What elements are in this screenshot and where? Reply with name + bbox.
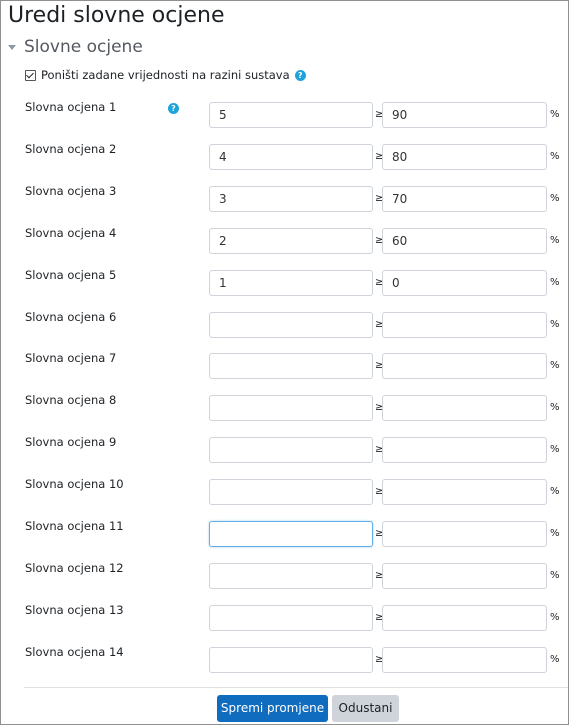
grade-letter-row: Slovna ocjena 4 2 ≥60% xyxy=(1,225,569,256)
section-header[interactable]: Slovne ocjene xyxy=(8,36,143,58)
grade-letter-row: Slovna ocjena 12 ≥% xyxy=(1,560,569,591)
boundary-input[interactable] xyxy=(382,395,547,422)
save-button[interactable]: Spremi promjene xyxy=(217,695,328,722)
grade-letter-row: Slovna ocjena 3 3 ≥70% xyxy=(1,183,569,214)
grade-letter-label: Slovna ocjena 14 xyxy=(25,644,124,659)
grade-letter-label: Slovna ocjena 3 xyxy=(25,183,117,198)
letter-input[interactable] xyxy=(209,311,373,338)
letter-input[interactable] xyxy=(209,604,373,631)
help-icon[interactable]: ? xyxy=(294,69,306,81)
percent-symbol: % xyxy=(550,234,560,246)
override-checkbox[interactable] xyxy=(25,69,36,81)
letter-input[interactable]: 3 xyxy=(209,185,373,212)
percent-symbol: % xyxy=(550,276,560,288)
letter-input[interactable]: 2 xyxy=(209,227,373,254)
section-title: Slovne ocjene xyxy=(24,37,143,57)
percent-symbol: % xyxy=(550,611,560,623)
help-icon[interactable]: ? xyxy=(168,103,179,114)
percent-symbol: % xyxy=(550,192,560,204)
percent-symbol: % xyxy=(550,150,560,162)
grade-letter-row: Slovna ocjena 14 ≥% xyxy=(1,644,569,675)
grade-letter-row: Slovna ocjena 8 ≥% xyxy=(1,393,569,423)
grade-letter-row: Slovna ocjena 5 1 ≥0% xyxy=(1,267,569,298)
letter-input[interactable]: 4 xyxy=(209,143,373,170)
boundary-input[interactable] xyxy=(382,353,547,380)
boundary-input[interactable]: 70 xyxy=(382,185,547,212)
grade-letter-label: Slovna ocjena 2 xyxy=(25,141,117,156)
boundary-input[interactable] xyxy=(382,479,547,506)
boundary-input[interactable]: 90 xyxy=(382,102,547,128)
grade-letter-label: Slovna ocjena 11 xyxy=(25,519,124,533)
grade-letter-row: Slovna ocjena 9 ≥% xyxy=(1,435,569,465)
page-title: Uredi slovne ocjene xyxy=(8,3,225,28)
grade-letter-row: Slovna ocjena 7 ≥% xyxy=(1,351,569,381)
cancel-button[interactable]: Odustani xyxy=(332,695,399,722)
boundary-input[interactable] xyxy=(382,604,547,631)
boundary-input[interactable] xyxy=(382,311,547,338)
grade-letter-row: Slovna ocjena 13 ≥% xyxy=(1,602,569,633)
percent-symbol: % xyxy=(550,528,560,539)
grade-letter-label: Slovna ocjena 4 xyxy=(25,225,117,240)
letter-input[interactable]: 1 xyxy=(209,269,373,296)
grade-letter-row: Slovna ocjena 1? 5 ≥90% xyxy=(1,100,569,130)
percent-symbol: % xyxy=(550,360,560,372)
boundary-input[interactable] xyxy=(382,562,547,589)
caret-down-icon[interactable] xyxy=(8,45,16,50)
boundary-input[interactable] xyxy=(382,437,547,464)
grade-letter-label: Slovna ocjena 7 xyxy=(25,351,117,366)
letter-input[interactable] xyxy=(209,437,373,464)
grade-letter-row: Slovna ocjena 10 ≥% xyxy=(1,477,569,507)
letter-input[interactable] xyxy=(209,521,373,547)
grade-letter-row: Slovna ocjena 2 4 ≥80% xyxy=(1,141,569,172)
boundary-input[interactable] xyxy=(382,521,547,547)
boundary-input[interactable]: 0 xyxy=(382,269,547,296)
boundary-input[interactable] xyxy=(382,646,547,673)
grade-letter-label: Slovna ocjena 6 xyxy=(25,309,117,324)
grade-letter-label: Slovna ocjena 8 xyxy=(25,393,117,408)
grade-letter-label: Slovna ocjena 1 xyxy=(25,100,117,114)
override-defaults[interactable]: Poništi zadane vrijednosti na razini sus… xyxy=(25,68,306,82)
override-label: Poništi zadane vrijednosti na razini sus… xyxy=(41,68,290,82)
percent-symbol: % xyxy=(550,653,560,665)
grade-letter-row: Slovna ocjena 6 ≥% xyxy=(1,309,569,340)
grade-letter-label: Slovna ocjena 9 xyxy=(25,435,117,450)
percent-symbol: % xyxy=(550,109,560,120)
letter-input[interactable] xyxy=(209,353,373,380)
letter-input[interactable] xyxy=(209,562,373,589)
letter-input[interactable] xyxy=(209,395,373,422)
grade-letter-label: Slovna ocjena 10 xyxy=(25,477,124,492)
letter-input[interactable] xyxy=(209,646,373,673)
percent-symbol: % xyxy=(550,444,560,456)
percent-symbol: % xyxy=(550,402,560,414)
percent-symbol: % xyxy=(550,486,560,498)
boundary-input[interactable]: 80 xyxy=(382,143,547,170)
letter-input[interactable]: 5 xyxy=(209,102,373,128)
boundary-input[interactable]: 60 xyxy=(382,227,547,254)
percent-symbol: % xyxy=(550,569,560,581)
letter-input[interactable] xyxy=(209,479,373,506)
divider xyxy=(24,687,568,688)
percent-symbol: % xyxy=(550,318,560,330)
grade-letter-label: Slovna ocjena 12 xyxy=(25,560,124,575)
grade-letter-row: Slovna ocjena 11 ≥% xyxy=(1,519,569,549)
grade-letter-label: Slovna ocjena 13 xyxy=(25,602,124,617)
grade-letter-label: Slovna ocjena 5 xyxy=(25,267,117,282)
